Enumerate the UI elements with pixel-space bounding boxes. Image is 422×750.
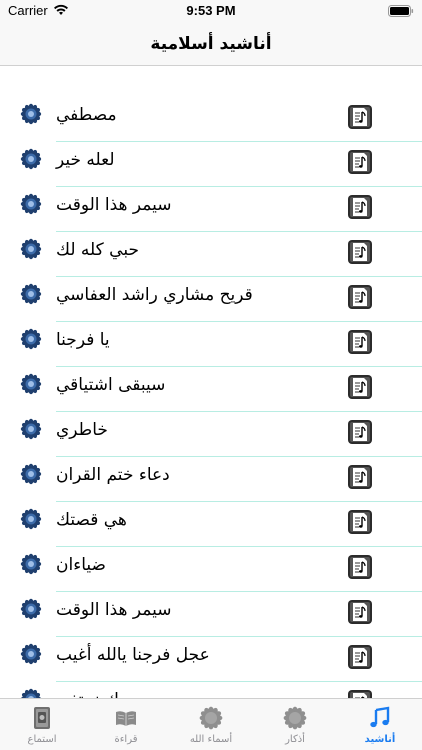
list-item[interactable]: هي قصتك [0,503,422,547]
list-item[interactable]: سيمر هذا الوقت [0,593,422,637]
list-item-title: هي قصتك [56,510,127,530]
list-item-title: دعاء ختم القران [56,465,170,485]
list-item[interactable]: مصطفي [0,98,422,142]
list-item-title: خاطري [56,420,108,440]
battery-icon [388,5,414,17]
list-item[interactable]: يا فرجنا [0,323,422,367]
music-sheet-icon [347,419,373,445]
list-item-title: سيمر هذا الوقت [56,195,172,215]
music-sheet-icon [347,149,373,175]
nasheed-list[interactable]: مصطفي لعله خير سيمر هذا الوقت حبي كله لك [0,67,422,698]
tab-anasheed[interactable]: أناشيد [338,699,422,750]
tab-label: قراءة [114,734,138,745]
rosette-icon [20,103,42,125]
list-item[interactable]: قريح مشاري راشد العفاسي [0,278,422,322]
tab-listen[interactable]: استماع [0,699,84,750]
music-sheet-icon [347,194,373,220]
rosette-icon [20,553,42,575]
rosette-icon [199,706,223,730]
row-separator [56,141,422,142]
list-item[interactable]: بك نحتفي [0,683,422,698]
rosette-icon [20,463,42,485]
status-time: 9:53 PM [186,3,236,18]
list-item-title: يا فرجنا [56,330,110,350]
list-item[interactable]: لعله خير [0,143,422,187]
rosette-icon [20,643,42,665]
music-sheet-icon [347,284,373,310]
rosette-icon [20,148,42,170]
list-item-title: لعله خير [56,150,115,170]
rosette-icon [20,418,42,440]
row-separator [56,681,422,682]
row-separator [56,366,422,367]
music-sheet-icon [347,644,373,670]
quran-book-icon [30,706,54,730]
rosette-icon [20,193,42,215]
row-separator [56,501,422,502]
list-item-title: سيمر هذا الوقت [56,600,172,620]
rosette-icon [20,688,42,698]
rosette-icon [20,283,42,305]
row-separator [56,411,422,412]
row-separator [56,321,422,322]
row-separator [56,276,422,277]
row-separator [56,186,422,187]
list-item[interactable]: دعاء ختم القران [0,458,422,502]
row-separator [56,231,422,232]
list-item-title: عجل فرجنا يالله أغيب [56,645,210,665]
music-sheet-icon [347,554,373,580]
rosette-icon [20,508,42,530]
rosette-icon [20,598,42,620]
list-item[interactable]: عجل فرجنا يالله أغيب [0,638,422,682]
rosette-icon [20,328,42,350]
tab-read[interactable]: قراءة [84,699,168,750]
tab-adhkar[interactable]: أذكار [253,699,337,750]
tab-names-of-allah[interactable]: أسماء الله [169,699,253,750]
tab-label: أذكار [285,734,305,745]
list-item[interactable]: سيمر هذا الوقت [0,188,422,232]
list-item-title: بك نحتفي [56,690,124,698]
tab-label: أناشيد [364,734,396,745]
row-separator [56,591,422,592]
music-sheet-icon [347,689,373,698]
list-item[interactable]: سيبقى اشتياقي [0,368,422,412]
music-sheet-icon [347,374,373,400]
list-item[interactable]: حبي كله لك [0,233,422,277]
tab-label: استماع [27,734,57,745]
music-sheet-icon [347,239,373,265]
music-sheet-icon [347,599,373,625]
music-sheet-icon [347,329,373,355]
rosette-icon [20,238,42,260]
list-item[interactable]: خاطري [0,413,422,457]
list-item-title: ضياءان [56,555,106,575]
music-note-icon [368,706,392,730]
list-item[interactable]: ضياءان [0,548,422,592]
tab-label: أسماء الله [189,734,233,745]
status-bar: Carrier 9:53 PM [0,0,422,24]
music-sheet-icon [347,104,373,130]
rosette-icon [283,706,307,730]
tab-bar: استماع قراءة أسماء الله أذكار أناشيد [0,698,422,750]
row-separator [56,636,422,637]
music-sheet-icon [347,464,373,490]
rosette-icon [20,373,42,395]
list-item-title: سيبقى اشتياقي [56,375,166,395]
list-item-title: مصطفي [56,105,117,125]
music-sheet-icon [347,509,373,535]
list-item-title: حبي كله لك [56,240,139,260]
row-separator [56,546,422,547]
navigation-bar: أناشيد أسلامية [0,24,422,66]
page-title: أناشيد أسلامية [150,34,272,54]
list-item-title: قريح مشاري راشد العفاسي [56,285,253,305]
open-book-icon [114,706,138,730]
row-separator [56,456,422,457]
